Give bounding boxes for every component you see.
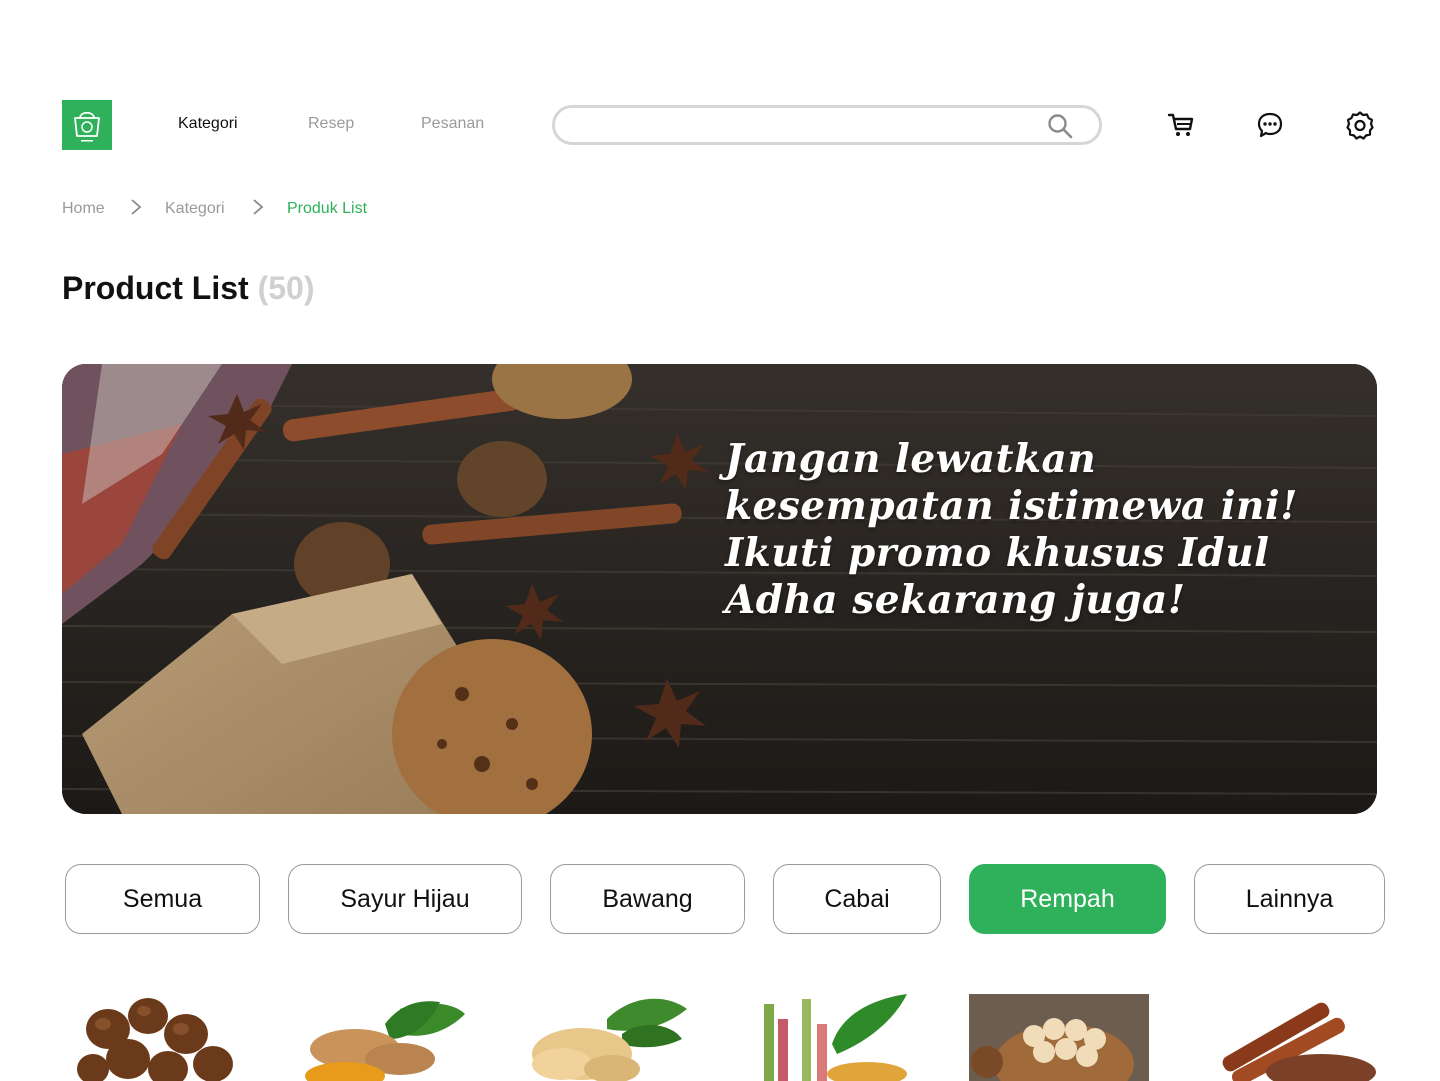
chevron-right-icon — [131, 199, 142, 215]
page-title: Product List (50) — [62, 270, 314, 307]
category-bawang[interactable]: Bawang — [550, 864, 745, 934]
breadcrumb-kategori[interactable]: Kategori — [165, 200, 225, 218]
search-icon[interactable] — [1047, 113, 1073, 139]
product-turmeric-image[interactable] — [290, 994, 470, 1081]
product-ginger-image[interactable] — [512, 994, 692, 1081]
ginger-image — [532, 998, 687, 1081]
settings-button[interactable] — [1345, 110, 1375, 140]
category-semua[interactable]: Semua — [65, 864, 260, 934]
product-lemongrass-image[interactable] — [742, 994, 922, 1081]
search-input[interactable] — [571, 114, 1041, 136]
chat-button[interactable] — [1255, 110, 1285, 140]
promo-banner[interactable]: Jangan lewatkan kesempatan istimewa ini!… — [62, 364, 1377, 814]
lemongrass-image — [764, 994, 907, 1081]
banner-text: Jangan lewatkan kesempatan istimewa ini!… — [725, 436, 1298, 623]
product-hazelnut-image[interactable] — [969, 994, 1149, 1081]
nav-kategori[interactable]: Kategori — [178, 115, 238, 133]
page-title-text: Product List — [62, 270, 249, 306]
hazelnut-image — [969, 994, 1149, 1081]
cart-button[interactable] — [1166, 110, 1196, 140]
cart-icon — [1167, 113, 1194, 136]
category-rempah[interactable]: Rempah — [969, 864, 1166, 934]
category-lainnya[interactable]: Lainnya — [1194, 864, 1385, 934]
nav-resep[interactable]: Resep — [308, 115, 354, 133]
cinnamon-image — [1222, 1002, 1376, 1081]
product-nutmeg-image[interactable] — [68, 994, 248, 1081]
category-cabai[interactable]: Cabai — [773, 864, 941, 934]
gear-icon — [1346, 111, 1374, 140]
product-cinnamon-image[interactable] — [1196, 994, 1376, 1081]
breadcrumb-produk-list: Produk List — [287, 200, 368, 217]
nutmeg-image — [77, 998, 233, 1081]
logo[interactable] — [62, 100, 112, 150]
search-bar — [552, 105, 1102, 145]
category-sayur-hijau[interactable]: Sayur Hijau — [288, 864, 522, 934]
chevron-right-icon — [253, 199, 264, 215]
product-count: (50) — [257, 270, 315, 306]
turmeric-image — [305, 1001, 465, 1081]
breadcrumb-home[interactable]: Home — [62, 200, 105, 218]
shopping-bag-icon — [74, 111, 100, 142]
chat-icon — [1257, 112, 1283, 138]
nav-pesanan[interactable]: Pesanan — [421, 115, 484, 133]
